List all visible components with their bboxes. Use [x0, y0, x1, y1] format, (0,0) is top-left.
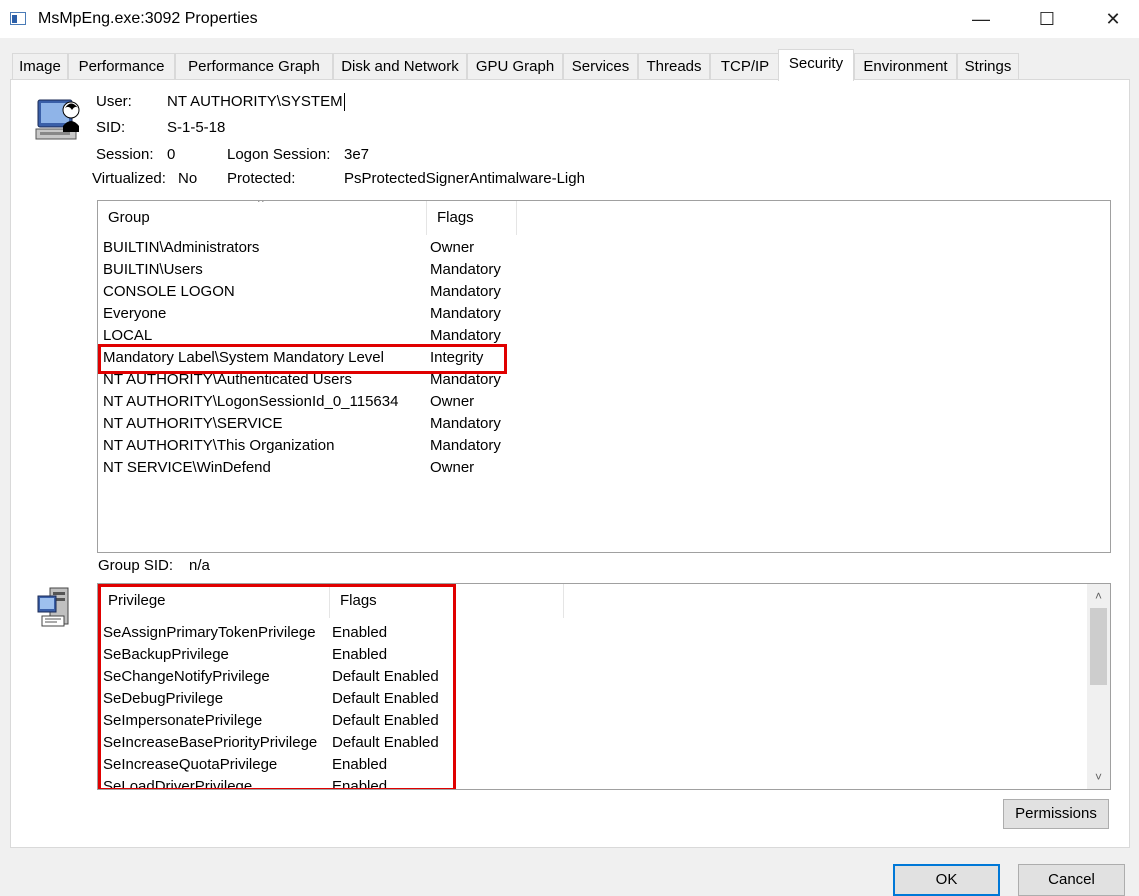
cancel-button[interactable]: Cancel — [1018, 864, 1125, 896]
app-window-icon — [10, 12, 26, 25]
text-caret — [343, 93, 345, 112]
scrollbar-thumb[interactable] — [1090, 608, 1107, 685]
session-label: Session: — [96, 146, 154, 163]
user-value[interactable]: NT AUTHORITY\SYSTEM — [167, 93, 345, 112]
tab-security[interactable]: Security — [778, 49, 854, 81]
group-sid-label: Group SID: — [98, 557, 174, 574]
group-sid-value: n/a — [189, 557, 210, 574]
tab-strings[interactable]: Strings — [957, 53, 1019, 80]
flags-column-header[interactable]: Flags — [427, 201, 517, 235]
maximize-button[interactable]: ☐ — [1024, 0, 1070, 38]
protected-label: Protected: — [227, 170, 296, 187]
chevron-down-icon[interactable]: ˅ — [1087, 767, 1110, 787]
tab-disk-and-network[interactable]: Disk and Network — [333, 53, 467, 80]
tab-threads[interactable]: Threads — [638, 53, 710, 80]
session-value: 0 — [167, 146, 176, 163]
tab-performance[interactable]: Performance — [68, 53, 175, 80]
user-computer-icon — [35, 99, 80, 140]
tab-strip: Image Performance Performance Graph Disk… — [12, 49, 1132, 81]
privileges-list[interactable]: Privilege Flags SeAssignPrimaryTokenPriv… — [97, 583, 1111, 790]
ok-button[interactable]: OK — [893, 864, 1000, 896]
title-bar: MsMpEng.exe:3092 Properties — ☐ ✕ — [0, 0, 1139, 38]
virtualized-label: Virtualized: — [92, 170, 166, 187]
tab-tcp-ip[interactable]: TCP/IP — [710, 53, 780, 80]
minimize-button[interactable]: — — [958, 0, 1004, 38]
privilege-computer-icon — [37, 587, 69, 627]
user-label: User: — [96, 93, 132, 110]
tab-services[interactable]: Services — [563, 53, 638, 80]
virtualized-value: No — [178, 170, 198, 187]
tab-image[interactable]: Image — [12, 53, 68, 80]
tab-gpu-graph[interactable]: GPU Graph — [467, 53, 563, 80]
groups-list[interactable]: Group ^ Flags BUILTIN\Administrators Owne… — [97, 200, 1111, 553]
sort-ascending-icon: ^ — [258, 200, 264, 209]
protected-value: PsProtectedSignerAntimalware-Ligh — [344, 170, 585, 187]
permissions-button[interactable]: Permissions — [1003, 799, 1109, 829]
privilege-column-header[interactable]: Privilege — [98, 584, 330, 618]
privileges-scrollbar[interactable]: ˄ ˅ — [1087, 584, 1110, 789]
sid-value: S-1-5-18 — [167, 119, 226, 136]
close-button[interactable]: ✕ — [1090, 0, 1136, 38]
chevron-up-icon[interactable]: ˄ — [1087, 586, 1110, 606]
privilege-flags-column-header[interactable]: Flags — [330, 584, 564, 618]
tab-environment[interactable]: Environment — [854, 53, 957, 80]
logon-session-label: Logon Session: — [227, 146, 331, 163]
logon-session-value: 3e7 — [344, 146, 370, 163]
tab-performance-graph[interactable]: Performance Graph — [175, 53, 333, 80]
security-tab-page: User: NT AUTHORITY\SYSTEM SID: S-1-5-18 … — [10, 79, 1130, 848]
window-title: MsMpEng.exe:3092 Properties — [38, 10, 258, 27]
sid-label: SID: — [96, 119, 126, 136]
